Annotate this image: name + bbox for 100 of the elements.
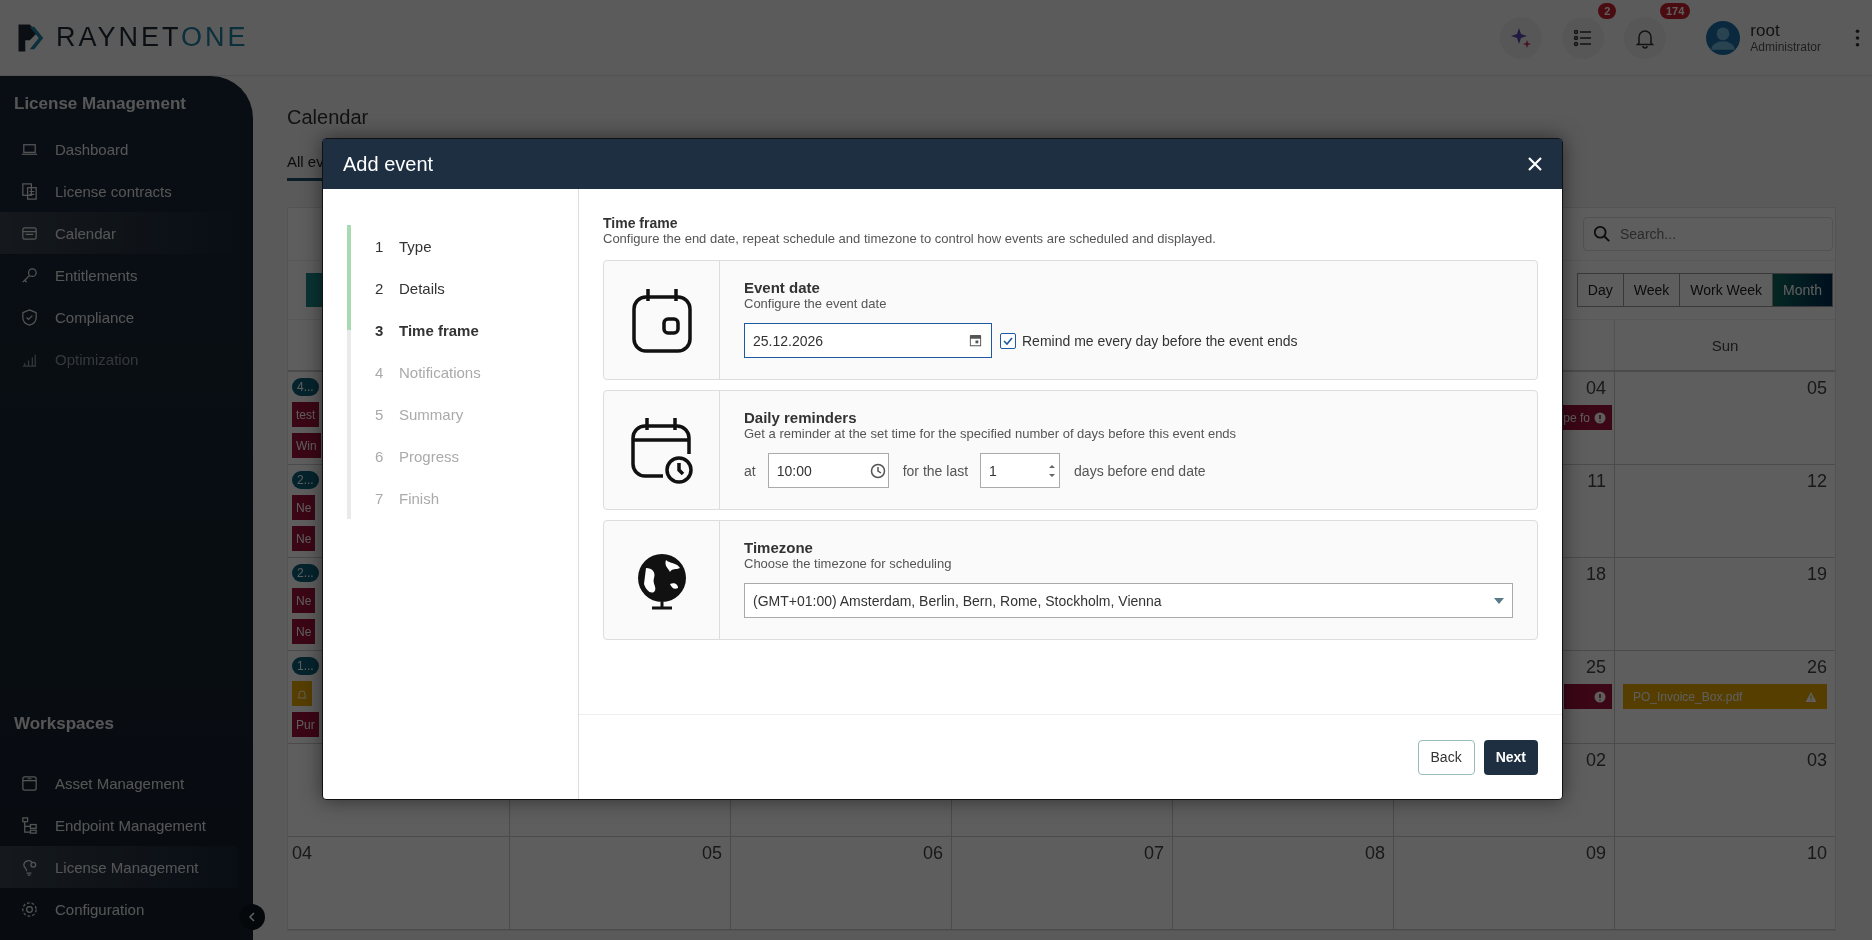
event-chip[interactable]: Ne [292,619,316,644]
event-chip[interactable]: Win [292,433,321,458]
event-chip[interactable]: Ne [292,588,316,613]
event-chip[interactable]: pe fo [1561,405,1612,430]
wizard-step[interactable]: 6 Progress [347,435,578,477]
user-role: Administrator [1750,39,1821,54]
spinner-arrows-icon[interactable] [1047,462,1058,479]
user-name: root [1750,21,1781,40]
checkbox[interactable] [1000,332,1016,349]
card-description: Choose the timezone for scheduling [744,556,953,571]
documents-icon [20,181,39,201]
back-button[interactable]: Back [1417,739,1475,775]
day-number: 25 [1585,657,1606,678]
more-events-badge[interactable]: 1... [292,657,319,675]
hierarchy-icon [20,815,39,835]
page-title: Calendar [287,106,370,129]
warning-icon [1805,690,1817,703]
wizard-step[interactable]: 3 Time frame [347,309,578,351]
task-list-button[interactable] [1562,16,1605,59]
sidebar-item[interactable]: Dashboard [0,128,237,170]
card-title: Daily reminders [744,409,858,426]
section-title: License Management [13,94,187,114]
event-chip[interactable]: Ne [292,526,316,551]
card-description: Get a reminder at the set time for the specified number of days before this event ends [744,426,1238,441]
count-badge: 174 [1659,2,1691,19]
day-number: 08 [1364,843,1385,864]
weekday-header: Sun [1711,336,1739,354]
exclamation-icon [1594,690,1606,703]
sidebar-item[interactable]: Configuration [0,888,237,930]
event-chip[interactable]: test [292,402,320,427]
day-number: 11 [1587,471,1606,492]
day-number: 07 [1143,843,1164,864]
more-icon[interactable] [1855,28,1860,47]
day-number: 04 [1585,378,1606,399]
exclamation-icon [1594,411,1606,424]
bell-icon [296,687,308,700]
view-button[interactable]: Week [1622,273,1681,307]
view-button[interactable]: Work Week [1679,273,1774,307]
sidebar-item[interactable]: Asset Management [0,762,237,804]
date-field[interactable]: 25.12.2026 [744,323,992,358]
notifications-button[interactable] [1624,16,1667,59]
day-number: 06 [922,843,943,864]
event-chip[interactable]: Ne [292,495,316,520]
count-badge: 2 [1598,2,1617,19]
field-label: for the last [902,462,969,479]
wizard-step[interactable]: 1 Type [347,225,578,267]
event-chip[interactable] [1564,684,1612,709]
sidebar-item[interactable]: License Management [0,846,237,888]
close-button[interactable] [1528,157,1542,171]
card-description: Configure the event date [744,296,888,311]
wizard-step[interactable]: 2 Details [347,267,578,309]
clock-icon[interactable] [869,462,886,479]
card-title: Timezone [744,539,814,556]
wizard-step[interactable]: 4 Notifications [347,351,578,393]
logo-wordmark: RAYNETONE [56,22,249,53]
day-number: 18 [1585,564,1606,585]
day-number: 09 [1585,843,1606,864]
wizard-step[interactable]: 5 Summary [347,393,578,435]
sidebar-item[interactable]: Entitlements [0,254,237,296]
day-number: 05 [701,843,722,864]
day-number: 12 [1806,471,1827,492]
chevron-left-icon [247,912,257,922]
checkbox-label: Remind me every day before the event ends [1022,332,1298,349]
wizard-step[interactable]: 7 Finish [347,477,578,519]
sidebar-item[interactable]: License contracts [0,170,237,212]
search-icon [1593,225,1611,243]
next-button[interactable]: Next [1483,739,1538,775]
more-events-badge[interactable]: 4... [292,378,319,396]
sidebar-item[interactable]: Compliance [0,296,237,338]
calendar-icon[interactable] [968,333,983,348]
avatar-icon[interactable] [1706,20,1741,55]
day-number: 10 [1806,843,1827,864]
number-field[interactable]: 1 [980,453,1061,488]
timezone-dropdown[interactable]: (GMT+01:00) Amsterdam, Berlin, Bern, Rome, Stockholm, Vienna [744,583,1513,618]
event-chip[interactable]: Pur [292,712,319,737]
gear-icon [20,899,39,919]
more-events-badge[interactable]: 2... [292,564,319,582]
box-icon [20,773,39,793]
shield-icon [20,307,39,327]
section-description: Configure the end date, repeat schedule and timezone to control how events are scheduled and displayed. [603,231,1217,246]
time-field[interactable]: 10:00 [767,453,889,488]
day-number: 26 [1806,657,1827,678]
day-number: 03 [1806,750,1827,771]
day-number: 02 [1585,750,1606,771]
sidebar-item[interactable]: Endpoint Management [0,804,237,846]
close-icon [1528,157,1542,171]
event-chip[interactable]: PO_Invoice_Box.pdf [1623,684,1827,709]
field-label: at [744,462,756,479]
field-label: days before end date [1074,462,1206,479]
day-number: 19 [1806,564,1827,585]
day-number: 04 [292,843,313,864]
section-title: Workspaces [13,714,115,734]
more-events-badge[interactable]: 2... [292,471,319,489]
collapse-button[interactable] [239,904,265,930]
dialog-title: Add event [343,152,434,176]
view-button[interactable]: Day [1576,273,1624,307]
caret-icon [1494,597,1504,604]
key-icon [20,265,39,285]
view-button[interactable]: Month [1772,273,1833,307]
card-title: Event date [744,279,821,296]
